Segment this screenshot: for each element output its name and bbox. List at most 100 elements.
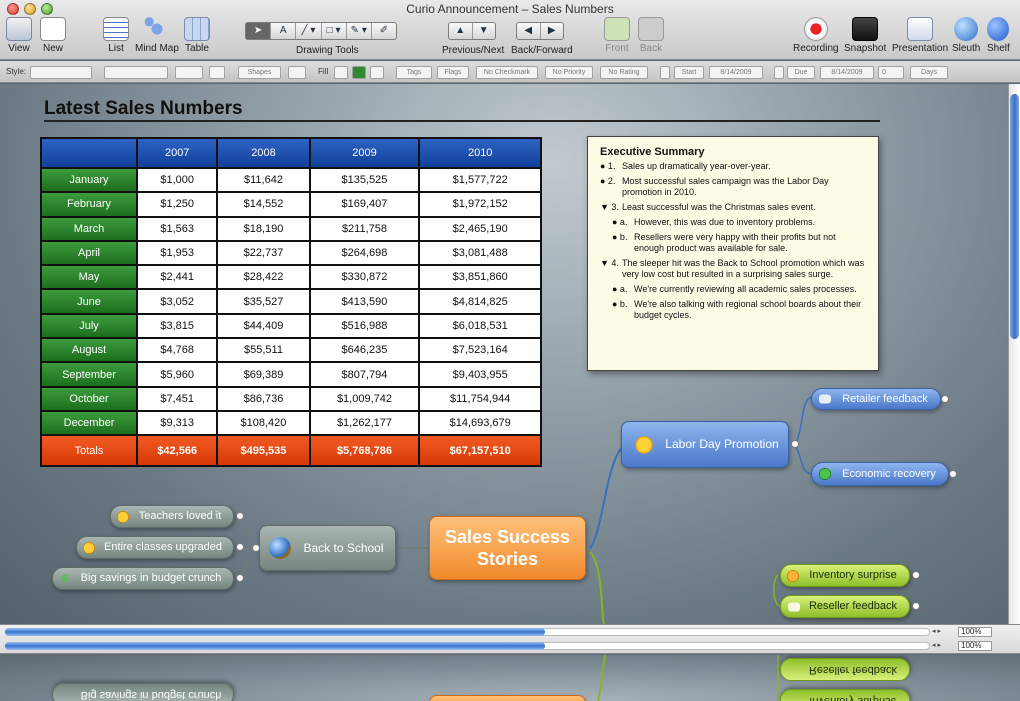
font-popup[interactable] <box>104 66 168 79</box>
priority-popup[interactable]: No Priority <box>545 66 593 79</box>
checkmark-icon <box>819 468 831 480</box>
comment-icon <box>819 394 831 404</box>
shapes-button[interactable]: Shapes <box>238 66 281 79</box>
mind-map-button[interactable]: Mind Map <box>135 17 179 54</box>
sun-icon <box>634 434 654 455</box>
pointer-tool[interactable]: ➤ <box>246 23 272 39</box>
previous-next-label: Previous/Next <box>442 45 505 56</box>
split-view-bar[interactable]: ◂ ▸ ◂ ▸ 100% 100% <box>0 624 1020 654</box>
style-popup[interactable] <box>30 66 92 79</box>
fill-well-1[interactable] <box>334 66 348 79</box>
expand-toggle[interactable] <box>236 574 244 582</box>
central-topic-node[interactable]: Sales Success Stories <box>429 516 586 580</box>
recording-button[interactable]: Recording <box>793 17 839 54</box>
checkmark-popup[interactable]: No Checkmark <box>476 66 538 79</box>
vertical-scrollbar[interactable] <box>1008 84 1020 624</box>
record-icon <box>803 17 828 41</box>
eyedropper-tool[interactable]: ✐ <box>372 23 396 39</box>
comment-icon <box>788 602 800 611</box>
entire-classes-upgraded-node[interactable]: Entire classes upgraded <box>76 536 234 559</box>
duration-field[interactable]: 0 <box>878 66 904 79</box>
send-to-back-button[interactable]: Back <box>638 17 664 54</box>
line-tool[interactable]: ╱ ▾ <box>296 23 322 39</box>
expand-toggle[interactable] <box>941 395 949 403</box>
due-button[interactable]: Due <box>787 66 815 79</box>
table-icon <box>184 17 210 41</box>
view-button[interactable]: View <box>6 17 32 54</box>
expand-toggle[interactable] <box>949 470 957 478</box>
mind-map-icon <box>143 17 170 41</box>
info-icon <box>987 17 1010 41</box>
new-button[interactable]: New <box>40 17 66 54</box>
horizontal-scroll-thumb-top[interactable] <box>5 628 545 636</box>
reseller-feedback-reflection: Reseller feedback <box>780 658 910 681</box>
window-title: Curio Announcement – Sales Numbers <box>406 2 614 16</box>
back-forward-segment: ◀ ▶ <box>516 22 564 40</box>
reseller-feedback-node[interactable]: Reseller feedback <box>780 595 910 618</box>
style-label: Style: <box>6 67 27 76</box>
presentation-button[interactable]: Presentation <box>892 17 948 54</box>
due-checkbox[interactable] <box>774 66 784 79</box>
zoom-field-bottom[interactable]: 100% <box>958 641 992 651</box>
style-bar: Style: Shapes Fill Tags Flags No Checkma… <box>0 61 1020 83</box>
back-to-school-node[interactable]: Back to School <box>259 525 396 571</box>
scroll-arrows[interactable]: ◂ ▸ <box>932 641 956 651</box>
smiley-icon <box>83 541 95 554</box>
expand-toggle[interactable] <box>912 602 920 610</box>
collapse-toggle[interactable] <box>791 440 799 448</box>
big-savings-node[interactable]: $ Big savings in budget crunch <box>52 567 234 590</box>
smiley-icon <box>787 569 799 582</box>
fill-well-3[interactable] <box>370 66 384 79</box>
bring-to-front-button[interactable]: Front <box>604 17 630 54</box>
economic-recovery-node[interactable]: Economic recovery <box>811 462 949 486</box>
labor-day-promotion-node[interactable]: Labor Day Promotion <box>621 421 789 468</box>
expand-toggle[interactable] <box>236 512 244 520</box>
smiley-icon <box>117 510 129 523</box>
front-icon <box>604 17 630 41</box>
table-button[interactable]: Table <box>184 17 210 54</box>
new-document-icon <box>40 17 66 41</box>
start-checkbox[interactable] <box>660 66 670 79</box>
previous-button[interactable]: ▲ <box>449 23 473 39</box>
back-icon <box>638 17 664 41</box>
idea-space-canvas[interactable]: Latest Sales Numbers 2007 2008 2009 2010… <box>0 84 1008 624</box>
presentation-icon <box>907 17 934 41</box>
border-well[interactable] <box>288 66 306 79</box>
rating-popup[interactable]: No Rating <box>600 66 648 79</box>
text-tool[interactable]: A <box>271 23 297 39</box>
collapse-toggle[interactable] <box>252 544 260 552</box>
scroll-arrows[interactable]: ◂ ▸ <box>932 627 956 637</box>
font-size-popup[interactable] <box>175 66 203 79</box>
dollar-icon: $ <box>61 572 69 585</box>
days-popup[interactable]: Days <box>910 66 948 79</box>
fill-well-2[interactable] <box>352 66 366 79</box>
start-date-field[interactable]: 8/14/2009 <box>709 66 763 79</box>
lower-split-pane[interactable]: Reseller feedback Inventory surprise Big… <box>0 655 1020 701</box>
pen-tool[interactable]: ✎ ▾ <box>347 23 372 39</box>
vertical-scroll-thumb[interactable] <box>1010 94 1019 339</box>
drawing-tools-segment: ➤ A ╱ ▾ □ ▾ ✎ ▾ ✐ <box>245 22 397 40</box>
list-button[interactable]: List <box>103 17 129 54</box>
big-savings-reflection: Big savings in budget crunch <box>52 683 234 701</box>
back-nav-button[interactable]: ◀ <box>517 23 541 39</box>
zoom-field-top[interactable]: 100% <box>958 627 992 637</box>
horizontal-scroll-thumb-bottom[interactable] <box>5 642 545 650</box>
forward-nav-button[interactable]: ▶ <box>541 23 564 39</box>
expand-toggle[interactable] <box>912 571 920 579</box>
retailer-feedback-node[interactable]: Retailer feedback <box>811 388 941 410</box>
teachers-loved-it-node[interactable]: Teachers loved it <box>110 505 234 528</box>
text-color-well[interactable] <box>209 66 225 79</box>
snapshot-button[interactable]: Snapshot <box>844 17 886 54</box>
due-date-field[interactable]: 8/14/2009 <box>820 66 874 79</box>
shape-tool[interactable]: □ ▾ <box>322 23 347 39</box>
shelf-button[interactable]: Shelf <box>987 17 1010 54</box>
tags-button[interactable]: Tags <box>396 66 432 79</box>
inventory-surprise-reflection: Inventory surprise <box>780 689 910 701</box>
sleuth-button[interactable]: Sleuth <box>952 17 980 54</box>
expand-toggle[interactable] <box>236 543 244 551</box>
next-button[interactable]: ▼ <box>473 23 496 39</box>
start-button[interactable]: Start <box>674 66 704 79</box>
flags-button[interactable]: Flags <box>437 66 469 79</box>
fill-label: Fill <box>318 67 329 76</box>
inventory-surprise-node[interactable]: Inventory surprise <box>780 564 910 587</box>
